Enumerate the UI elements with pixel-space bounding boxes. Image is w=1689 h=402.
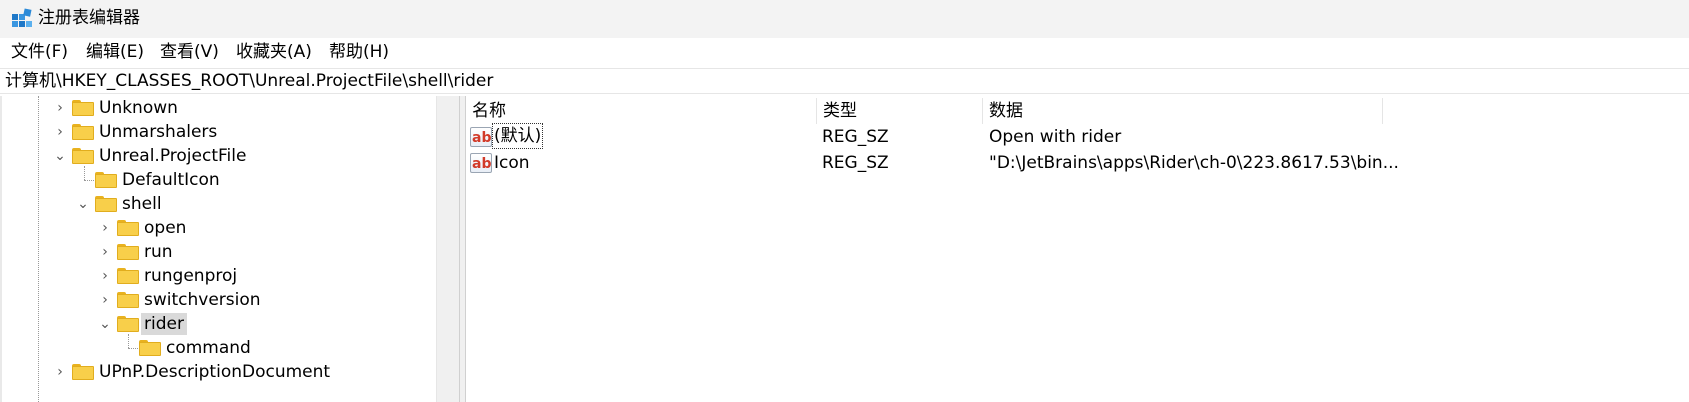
value-name: (默认) <box>491 123 544 149</box>
tree-item-open[interactable]: › open <box>0 216 436 240</box>
chevron-right-icon[interactable]: › <box>54 365 66 379</box>
tree-item-unknown[interactable]: › Unknown <box>0 96 436 120</box>
value-list[interactable]: 名称 类型 数据 ab (默认) REG_SZ Open with rider … <box>466 96 1689 402</box>
folder-icon <box>95 172 117 188</box>
registry-editor-icon <box>12 8 32 27</box>
chevron-right-icon[interactable]: › <box>99 245 111 259</box>
tree-scrollbar[interactable] <box>436 96 459 402</box>
tree-item-label: Unknown <box>99 98 178 118</box>
tree-item-label: shell <box>122 194 162 214</box>
tree-item-label: UPnP.DescriptionDocument <box>99 362 331 382</box>
tree-left-border <box>0 96 2 402</box>
tree-item-run[interactable]: › run <box>0 240 436 264</box>
value-data: "D:\JetBrains\apps\Rider\ch-0\223.8617.5… <box>989 153 1399 173</box>
address-bar[interactable]: 计算机\HKEY_CLASSES_ROOT\Unreal.ProjectFile… <box>0 68 1689 94</box>
column-header-data[interactable]: 数据 <box>983 98 1383 124</box>
value-row[interactable]: ab Icon REG_SZ "D:\JetBrains\apps\Rider\… <box>466 150 1689 176</box>
chevron-right-icon[interactable]: › <box>99 221 111 235</box>
chevron-down-icon[interactable]: ⌄ <box>77 197 89 211</box>
pane-splitter[interactable] <box>459 96 466 402</box>
string-value-icon: ab <box>470 153 492 173</box>
chevron-down-icon[interactable]: ⌄ <box>99 317 111 331</box>
value-row[interactable]: ab (默认) REG_SZ Open with rider <box>466 123 1689 150</box>
folder-icon <box>95 196 117 212</box>
menu-help[interactable]: 帮助(H) <box>329 42 389 62</box>
chevron-right-icon[interactable]: › <box>54 125 66 139</box>
tree-item-rider[interactable]: ⌄ rider <box>0 312 436 336</box>
folder-icon <box>72 148 94 164</box>
chevron-right-icon[interactable]: › <box>54 101 66 115</box>
chevron-right-icon[interactable]: › <box>99 293 111 307</box>
chevron-down-icon[interactable]: ⌄ <box>54 149 66 163</box>
column-header-name[interactable]: 名称 <box>466 98 817 124</box>
column-header-type[interactable]: 类型 <box>817 98 983 124</box>
menu-file[interactable]: 文件(F) <box>11 42 68 62</box>
folder-icon <box>117 244 139 260</box>
folder-icon <box>72 100 94 116</box>
tree-item-rungenproj[interactable]: › rungenproj <box>0 264 436 288</box>
address-path[interactable]: 计算机\HKEY_CLASSES_ROOT\Unreal.ProjectFile… <box>5 71 493 91</box>
menu-view[interactable]: 查看(V) <box>160 42 219 62</box>
folder-icon <box>117 268 139 284</box>
tree-item-label: rider <box>141 313 187 335</box>
tree-item-label: rungenproj <box>144 266 238 286</box>
menu-favorites[interactable]: 收藏夹(A) <box>236 42 312 62</box>
key-tree[interactable]: › Unknown › Unmarshalers ⌄ Unreal.Projec… <box>0 96 459 402</box>
menu-bar: 文件(F) 编辑(E) 查看(V) 收藏夹(A) 帮助(H) <box>0 38 1689 66</box>
window-title: 注册表编辑器 <box>38 8 140 28</box>
tree-item-label: Unmarshalers <box>99 122 218 142</box>
value-name: Icon <box>494 153 530 173</box>
tree-item-defaulticon[interactable]: DefaultIcon <box>0 168 436 192</box>
folder-icon <box>117 220 139 236</box>
string-value-icon: ab <box>470 127 492 147</box>
menu-edit[interactable]: 编辑(E) <box>86 42 144 62</box>
folder-icon <box>72 124 94 140</box>
value-data: Open with rider <box>989 127 1122 147</box>
folder-icon <box>139 340 161 356</box>
tree-item-upnp-descriptiondocument[interactable]: › UPnP.DescriptionDocument <box>0 360 436 384</box>
tree-item-switchversion[interactable]: › switchversion <box>0 288 436 312</box>
tree-item-label: switchversion <box>144 290 261 310</box>
tree-item-label: DefaultIcon <box>122 170 220 190</box>
folder-icon <box>72 364 94 380</box>
chevron-right-icon[interactable]: › <box>99 269 111 283</box>
tree-item-label: command <box>166 338 251 358</box>
tree-item-unmarshalers[interactable]: › Unmarshalers <box>0 120 436 144</box>
folder-icon <box>117 292 139 308</box>
tree-item-label: open <box>144 218 187 238</box>
tree-item-label: run <box>144 242 173 262</box>
tree-item-command[interactable]: command <box>0 336 436 360</box>
tree-item-unreal-projectfile[interactable]: ⌄ Unreal.ProjectFile <box>0 144 436 168</box>
title-bar: 注册表编辑器 <box>0 0 1689 38</box>
folder-icon <box>117 316 139 332</box>
value-type: REG_SZ <box>822 153 889 173</box>
tree-item-shell[interactable]: ⌄ shell <box>0 192 436 216</box>
value-type: REG_SZ <box>822 127 889 147</box>
tree-item-label: Unreal.ProjectFile <box>99 146 247 166</box>
